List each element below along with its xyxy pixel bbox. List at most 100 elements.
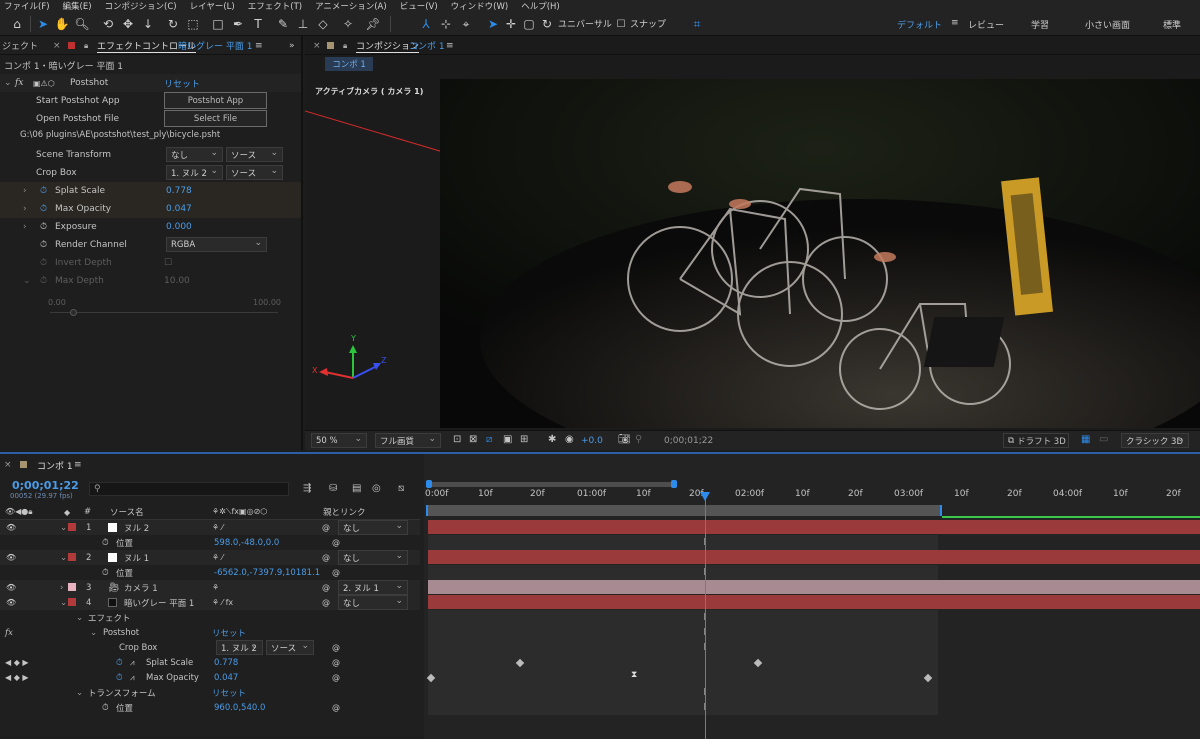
layer-row[interactable]: 👁︎ ⌄ 2 ヌル 1 ⚘ ⁄ @ なし: [0, 550, 420, 565]
fx-icon[interactable]: fx: [15, 78, 23, 88]
label-color-swatch[interactable]: [68, 553, 76, 561]
layer-switches[interactable]: ⚘: [212, 583, 219, 592]
snap-checkbox[interactable]: ☐: [615, 15, 627, 33]
crop-box-source-select[interactable]: ソース: [266, 640, 314, 655]
resolution-select[interactable]: フル画質: [375, 433, 441, 448]
stopwatch-icon[interactable]: ⏱︎: [40, 222, 47, 232]
renderer-select[interactable]: クラシック 3D: [1121, 433, 1189, 448]
expand-arrow-icon[interactable]: ›: [60, 583, 63, 593]
grid-guides-icon[interactable]: ⊞: [520, 434, 528, 445]
workspace-review[interactable]: レビュー: [968, 18, 1004, 31]
pickwhip-icon[interactable]: @: [322, 583, 330, 592]
panel-menu-icon[interactable]: ≡: [446, 41, 454, 51]
pickwhip-icon[interactable]: @: [332, 538, 340, 547]
shy-layers-icon[interactable]: ⛁: [329, 483, 337, 494]
pickwhip-icon[interactable]: @: [332, 703, 340, 712]
visibility-eye-icon[interactable]: 👁︎: [6, 553, 16, 562]
max-depth-slider-track[interactable]: [50, 312, 278, 313]
expand-arrow-icon[interactable]: ⌄: [76, 688, 83, 698]
layer-name[interactable]: ヌル 2: [124, 522, 149, 534]
mask-path-icon[interactable]: ⧄: [486, 434, 492, 445]
keyframe-navigator[interactable]: ◀ ◆ ▶: [5, 658, 29, 667]
stopwatch-icon[interactable]: ⏱︎: [40, 204, 47, 214]
stopwatch-icon[interactable]: ⏱︎: [40, 186, 47, 196]
stopwatch-icon[interactable]: ⏱︎: [102, 568, 109, 578]
selection-tool-icon[interactable]: ➤: [36, 15, 50, 33]
color-channel-icon[interactable]: ✱: [548, 434, 556, 445]
crop-box-select[interactable]: 1. ヌル 2: [216, 640, 263, 655]
3d-scale-icon[interactable]: ▢: [522, 15, 536, 33]
select-file-button[interactable]: Select File: [164, 110, 267, 127]
rectangle-tool-icon[interactable]: □: [210, 15, 226, 33]
parent-select[interactable]: なし: [338, 520, 408, 535]
workspace-default[interactable]: デフォルト: [897, 18, 942, 31]
workspace-standard[interactable]: 標準: [1163, 18, 1181, 31]
position-value[interactable]: 960.0,540.0: [214, 703, 265, 713]
menu-effect[interactable]: エフェクト(T): [248, 0, 302, 12]
snap-options-icon[interactable]: ⌗: [690, 15, 704, 33]
extended-viewer-icon[interactable]: ▦: [1081, 434, 1090, 445]
clone-stamp-icon[interactable]: ⊥: [295, 15, 311, 33]
col-source-name[interactable]: ソース名: [110, 506, 144, 518]
property-value[interactable]: -6562.0,-7397.9,10181.1: [214, 568, 320, 578]
expand-arrow-icon[interactable]: ⌄: [60, 553, 67, 563]
menu-help[interactable]: ヘルプ(H): [521, 0, 560, 12]
collapse-arrow-icon[interactable]: ⌄: [4, 78, 12, 88]
brush-tool-icon[interactable]: ✎: [275, 15, 291, 33]
layer-3-duration-bar[interactable]: [428, 580, 1200, 594]
navigator-end-handle[interactable]: [671, 480, 677, 488]
graph-icon[interactable]: ⩘: [130, 673, 135, 683]
hold-keyframe[interactable]: ⧗: [631, 670, 637, 680]
timeline-tab[interactable]: コンポ 1: [37, 459, 73, 472]
expand-arrow-icon[interactable]: ⌄: [60, 523, 67, 533]
lock-icon[interactable]: 🔒︎: [84, 41, 88, 51]
draft-3d-toggle[interactable]: ⧉ ドラフト 3D: [1003, 433, 1069, 448]
stopwatch-icon[interactable]: ⏱︎: [102, 703, 109, 713]
pickwhip-icon[interactable]: @: [322, 553, 330, 562]
snapshot-icon[interactable]: 📷︎: [618, 434, 631, 445]
visibility-eye-icon[interactable]: 👁︎: [6, 598, 16, 607]
local-axis-icon[interactable]: ⅄: [418, 15, 434, 33]
rotate-tool-icon[interactable]: ↻: [165, 15, 181, 33]
3d-rotate-icon[interactable]: ↻: [540, 15, 554, 33]
layer-name[interactable]: カメラ 1: [124, 582, 158, 594]
splat-scale-value[interactable]: 0.778: [214, 658, 238, 668]
home-icon[interactable]: ⌂: [8, 15, 26, 33]
ground-plane-icon[interactable]: ▭: [1099, 434, 1108, 445]
zoom-select[interactable]: 50 %: [311, 433, 367, 448]
composition-viewer[interactable]: [440, 79, 1200, 428]
layer-2-duration-bar[interactable]: [428, 550, 1200, 564]
comp-sub-tab[interactable]: コンポ 1: [325, 57, 373, 71]
max-depth-slider-handle[interactable]: [70, 309, 77, 316]
label-color-swatch[interactable]: [68, 583, 76, 591]
parent-select[interactable]: 2. ヌル 1: [338, 580, 408, 595]
expand-arrow-icon[interactable]: ›: [23, 222, 27, 232]
menu-animation[interactable]: アニメーション(A): [315, 0, 387, 12]
dolly-camera-icon[interactable]: ↓: [140, 15, 156, 33]
render-channel-select[interactable]: RGBA: [166, 237, 267, 252]
scene-transform-source-select[interactable]: ソース: [226, 147, 283, 162]
navigator-start-handle[interactable]: [426, 480, 432, 488]
3d-select-icon[interactable]: ➤: [486, 15, 500, 33]
menu-window[interactable]: ウィンドウ(W): [451, 0, 509, 12]
max-depth-value[interactable]: 10.00: [164, 276, 190, 286]
parent-select[interactable]: なし: [338, 550, 408, 565]
expand-arrow-icon[interactable]: ⌄: [60, 598, 67, 608]
close-icon[interactable]: ×: [313, 41, 321, 51]
invert-depth-checkbox[interactable]: ☐: [164, 258, 172, 268]
time-ruler[interactable]: 0:00f 10f 20f 01:00f 10f 20f 02:00f 10f …: [424, 488, 1200, 505]
tab-layer-name[interactable]: 暗いグレー 平面 1: [178, 39, 252, 52]
transform-reset-link[interactable]: リセット: [212, 687, 246, 699]
menu-view[interactable]: ビュー(V): [400, 0, 438, 12]
layer-row[interactable]: 👁︎ › 3 🎥︎ カメラ 1 ⚘ @ 2. ヌル 1: [0, 580, 420, 595]
pan-camera-icon[interactable]: ✥: [120, 15, 136, 33]
view-layout-icon[interactable]: ▣: [503, 434, 512, 445]
tab-project[interactable]: ジェクト: [2, 39, 38, 52]
label-color-swatch[interactable]: [68, 523, 76, 531]
menu-file[interactable]: ファイル(F): [4, 0, 50, 12]
layer-row[interactable]: 👁︎ ⌄ 4 暗いグレー 平面 1 ⚘ ⁄ fx @ なし: [0, 595, 420, 610]
splat-scale-value[interactable]: 0.778: [166, 186, 192, 196]
visibility-eye-icon[interactable]: 👁︎: [6, 523, 16, 532]
playhead-handle[interactable]: [700, 492, 710, 501]
timeline-timecode[interactable]: 0;00;01;22: [12, 479, 79, 492]
